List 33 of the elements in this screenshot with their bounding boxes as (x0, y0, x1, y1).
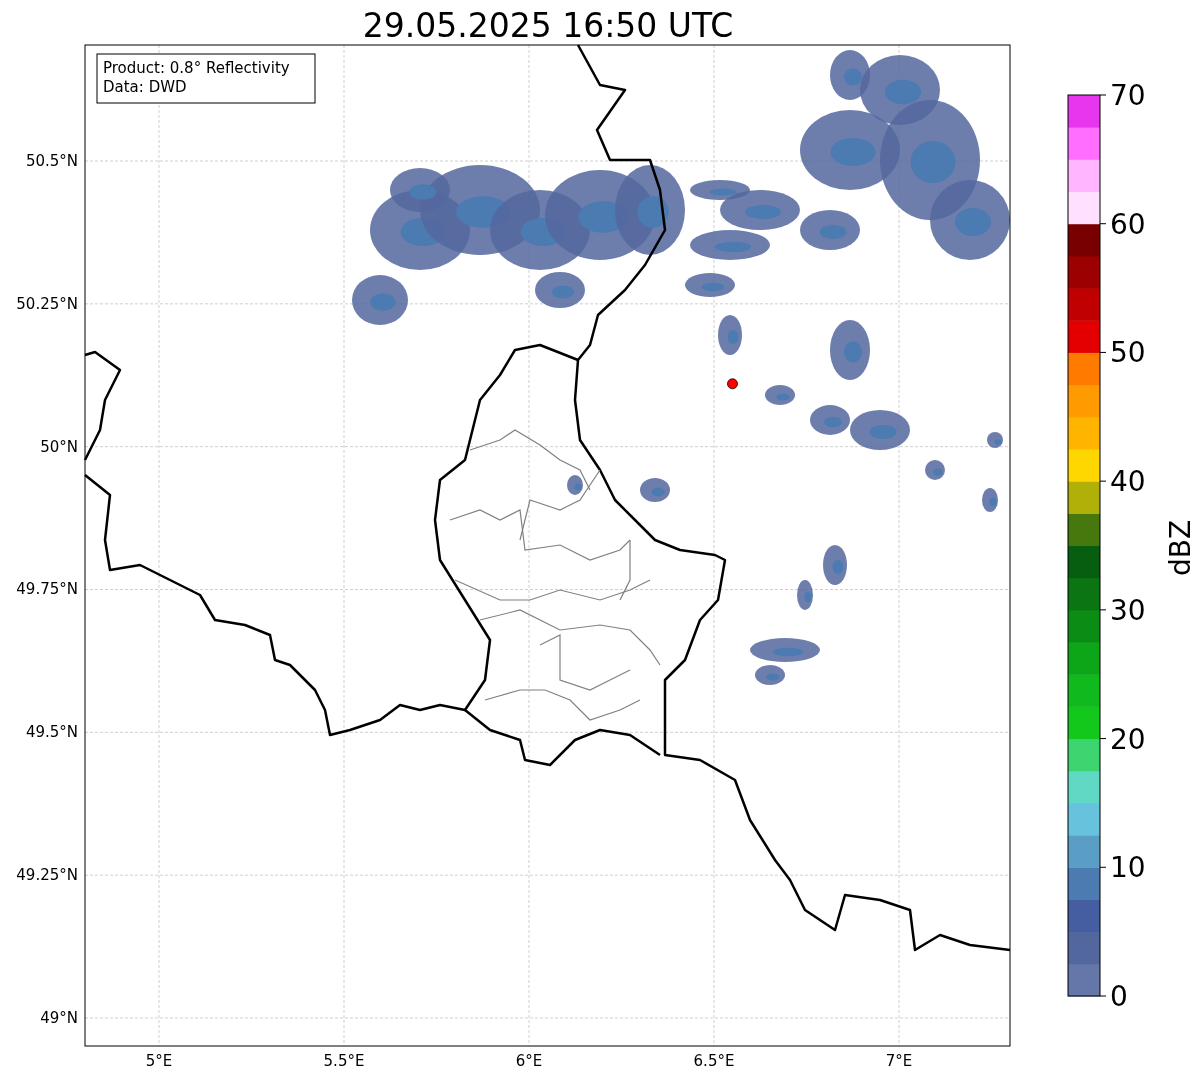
latitude-label: 50.5°N (25, 152, 78, 170)
longitude-label: 7°E (885, 1052, 913, 1070)
radar-site-marker (727, 378, 738, 390)
latitude-label: 50.25°N (16, 294, 78, 313)
colorbar-label: 10 (1110, 851, 1146, 885)
plot-title: 29.05.2025 16:50 UTC (362, 6, 734, 45)
colorbar-label: 70 (1110, 79, 1146, 112)
colorbar-label: 50 (1110, 336, 1146, 370)
latitude-label: 49°N (40, 1009, 78, 1027)
colorbar-label: 30 (1110, 593, 1146, 627)
latitude-label: 49.5°N (25, 723, 78, 742)
colorbar-tick (1099, 738, 1107, 740)
colorbar-tick (1099, 866, 1107, 868)
colorbar-tick (1099, 223, 1107, 225)
info-text: Data: DWD (103, 78, 187, 96)
colorbar-tick (1099, 995, 1107, 997)
colorbar-title: dBZ (1164, 519, 1197, 577)
colorbar-label: 60 (1110, 207, 1146, 241)
latitude-label: 49.25°N (16, 866, 78, 885)
colorbar-tick (1099, 480, 1107, 482)
longitude-label: 5.5°E (323, 1052, 365, 1070)
colorbar-label: 40 (1110, 465, 1146, 499)
colorbar-label: 0 (1110, 980, 1128, 1013)
longitude-label: 6.5°E (693, 1052, 735, 1070)
colorbar-tick (1099, 94, 1107, 96)
colorbar-tick (1099, 609, 1107, 611)
longitude-label: 5°E (145, 1052, 173, 1070)
colorbar-tick (1099, 351, 1107, 353)
colorbar-label: 20 (1110, 722, 1146, 756)
latitude-label: 49.75°N (16, 580, 78, 599)
info-text: Product: 0.8° Reflectivity (103, 59, 290, 77)
latitude-label: 50°N (40, 437, 78, 456)
longitude-label: 6°E (515, 1052, 543, 1070)
